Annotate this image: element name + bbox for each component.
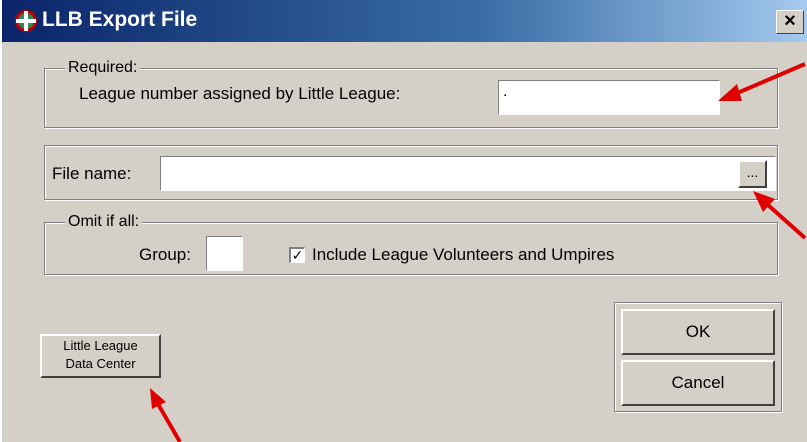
cancel-button[interactable]: Cancel — [621, 360, 775, 406]
group-label: Group: — [139, 245, 191, 264]
file-name-input[interactable] — [160, 156, 776, 191]
file-name-label: File name: — [52, 164, 132, 183]
browse-button[interactable]: ... — [738, 160, 767, 188]
dialog-window: LLB Export File × Required: League numbe… — [0, 0, 807, 442]
window-title: LLB Export File — [42, 8, 198, 31]
league-number-label: League number assigned by Little League: — [79, 84, 401, 103]
include-volunteers-checkbox[interactable]: ✓ — [289, 247, 305, 263]
close-icon: × — [784, 10, 796, 32]
league-number-input[interactable]: . — [498, 80, 720, 115]
data-center-line2: Data Center — [65, 356, 136, 371]
data-center-line1: Little League — [63, 338, 138, 353]
omit-group: Omit if all: Group: ✓ Include League Vol… — [44, 213, 778, 275]
checkmark-icon: ✓ — [291, 247, 304, 263]
group-input[interactable] — [206, 236, 243, 271]
include-volunteers-label: Include League Volunteers and Umpires — [312, 245, 615, 264]
file-group: File name: ... — [44, 145, 778, 200]
title-bar[interactable]: LLB Export File × — [2, 0, 807, 42]
app-logo-icon — [15, 10, 37, 32]
data-center-button[interactable]: Little League Data Center — [40, 334, 161, 378]
close-button[interactable]: × — [776, 10, 804, 34]
action-panel: OK Cancel — [614, 302, 782, 412]
ok-button[interactable]: OK — [621, 309, 775, 355]
omit-legend: Omit if all: — [65, 213, 143, 231]
required-group: Required: League number assigned by Litt… — [44, 59, 778, 128]
required-legend: Required: — [65, 59, 141, 77]
